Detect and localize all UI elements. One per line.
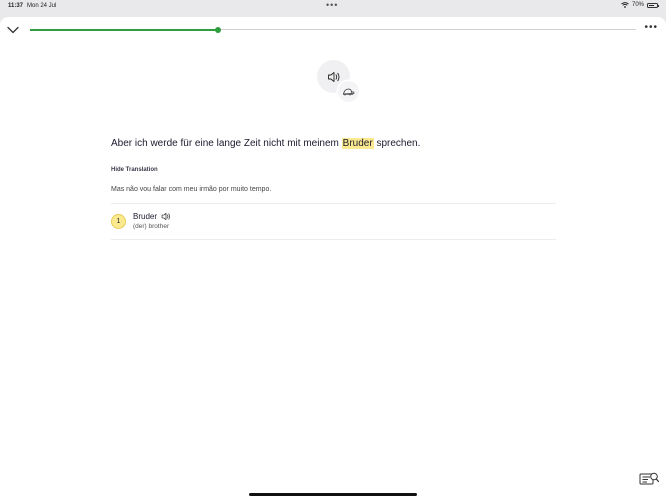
- review-list-icon[interactable]: [639, 471, 659, 487]
- status-bar: 11:37 Mon 24 Jul ••• 70%: [0, 0, 666, 13]
- sentence-text-before[interactable]: Aber ich werde für eine lange Zeit nicht…: [111, 138, 342, 149]
- home-indicator[interactable]: [249, 493, 417, 496]
- multitask-dots-icon[interactable]: •••: [326, 0, 338, 10]
- status-date: Mon 24 Jul: [27, 3, 57, 9]
- vocab-number-badge: 1: [111, 214, 126, 229]
- translation-text: Mas não vou falar com meu irmão por muit…: [111, 186, 272, 193]
- chevron-down-icon[interactable]: [6, 23, 20, 37]
- lesson-progress-knob[interactable]: [214, 26, 221, 33]
- hide-translation-button[interactable]: Hide Translation: [111, 167, 158, 173]
- slow-audio-button[interactable]: [338, 81, 359, 102]
- battery-fill: [649, 4, 654, 6]
- lesson-sentence: Aber ich werde für eine lange Zeit nicht…: [111, 138, 420, 149]
- speaker-icon: [327, 71, 339, 82]
- vocab-word: Bruder: [133, 212, 171, 221]
- lesson-progress-bar: [30, 26, 636, 33]
- highlighted-word[interactable]: Bruder: [341, 138, 374, 149]
- status-right: 70%: [621, 2, 659, 8]
- vocab-meaning: (der) brother: [133, 223, 170, 230]
- battery-percent: 70%: [631, 2, 644, 8]
- lesson-progress-fill: [30, 28, 218, 31]
- turtle-icon: [343, 88, 355, 95]
- lesson-sheet: ••• Aber ich werde für eine lange Zeit n…: [0, 17, 666, 500]
- status-time: 11:37: [8, 3, 24, 9]
- vocab-word-text: Bruder: [133, 212, 158, 221]
- battery-icon: [647, 2, 659, 8]
- ellipsis-icon[interactable]: •••: [644, 22, 658, 33]
- sentence-text-after[interactable]: sprechen.: [374, 138, 420, 149]
- vocab-item[interactable]: 1 Bruder (der) brother: [111, 205, 556, 239]
- divider: [111, 239, 556, 240]
- speaker-icon[interactable]: [161, 212, 171, 221]
- divider: [111, 203, 556, 204]
- lesson-topbar: •••: [0, 17, 666, 43]
- wifi-icon: [621, 2, 629, 8]
